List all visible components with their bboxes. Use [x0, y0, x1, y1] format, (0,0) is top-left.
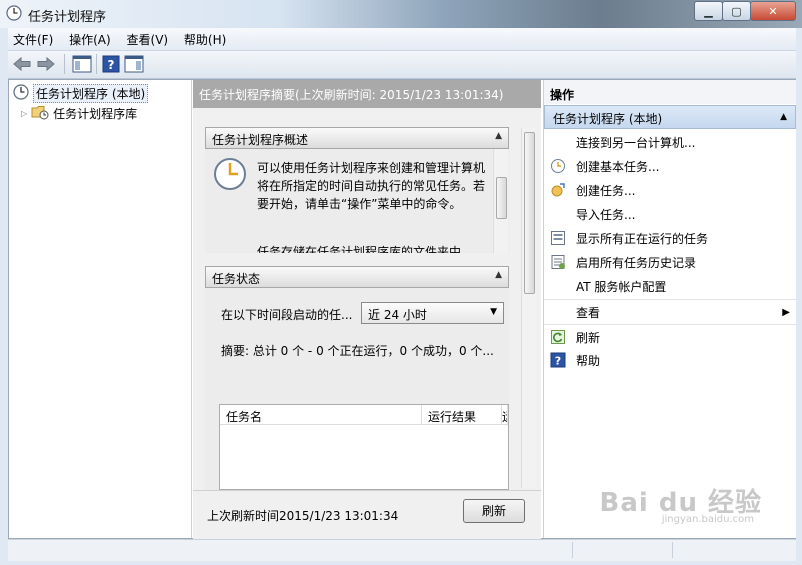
- toolbar: ?: [8, 51, 796, 79]
- maximize-button[interactable]: ▢: [722, 1, 751, 21]
- tree-item-label: 任务计划程序 (本地): [33, 83, 149, 103]
- folder-clock-icon: [31, 104, 49, 123]
- last-refresh-text: 上次刷新时间2015/1/23 13:01:34: [207, 509, 399, 523]
- scroll-thumb[interactable]: [524, 132, 535, 294]
- forward-icon[interactable]: [36, 55, 56, 73]
- tree-item-label: 任务计划程序库: [53, 106, 138, 121]
- collapse-icon[interactable]: ▲: [495, 131, 502, 141]
- scroll-thumb[interactable]: [496, 177, 507, 219]
- overview-body: 可以使用任务计划程序来创建和管理计算机将在所指定的时间自动执行的常见任务。若要开…: [205, 149, 509, 253]
- overview-scrollbar[interactable]: [493, 149, 508, 253]
- window-title: 任务计划程序: [28, 10, 107, 25]
- menu-help[interactable]: 帮助(H): [179, 28, 231, 51]
- status-bar-divider: [672, 542, 673, 558]
- show-hide-tree-icon[interactable]: [72, 55, 92, 73]
- clock-icon: [213, 157, 247, 194]
- section-title: 任务状态: [212, 272, 261, 286]
- action-create-task[interactable]: 创建任务...: [544, 178, 796, 202]
- help-icon: ?: [550, 352, 566, 368]
- action-import-task[interactable]: 导入任务...: [544, 202, 796, 226]
- back-icon[interactable]: [12, 55, 32, 73]
- running-tasks-icon: [550, 230, 566, 246]
- wizard-clock-icon: [550, 158, 566, 174]
- refresh-icon: [550, 329, 566, 345]
- summary-scrollbar[interactable]: [521, 128, 536, 488]
- collapse-icon[interactable]: ▲: [780, 112, 787, 122]
- action-show-running-tasks[interactable]: 显示所有正在运行的任务: [544, 226, 796, 250]
- show-hide-action-pane-icon[interactable]: [124, 55, 144, 73]
- action-label: 显示所有正在运行的任务: [576, 231, 709, 246]
- expand-arrow-icon[interactable]: ▷: [21, 109, 27, 118]
- select-value: 近 24 小时: [368, 308, 427, 322]
- minimize-button[interactable]: ▁: [694, 1, 723, 21]
- section-title: 任务计划程序概述: [212, 133, 309, 147]
- clock-icon: [6, 5, 22, 21]
- menu-view[interactable]: 查看(V): [122, 28, 174, 51]
- overview-text-more: 任务存储在任务计划程序库的文件夹中: [257, 245, 462, 253]
- menu-action[interactable]: 操作(A): [64, 28, 116, 51]
- status-summary: 摘要: 总计 0 个 - 0 个正在运行，0 个成功，0 个...: [221, 344, 494, 358]
- watermark-url: jingyan.baidu.com: [661, 514, 754, 525]
- action-label: 创建任务...: [576, 183, 636, 198]
- actions-title: 操作: [544, 80, 796, 104]
- action-view-menu[interactable]: 查看 ▶: [544, 299, 796, 324]
- actions-pane: 操作 任务计划程序 (本地) ▲ 连接到另一台计算机... 创建基本任务... …: [543, 80, 796, 538]
- status-bar-divider: [572, 542, 573, 558]
- refresh-button[interactable]: 刷新: [463, 499, 525, 523]
- task-status-table[interactable]: 任务名 运行结果 运: [219, 404, 509, 490]
- clock-icon: [13, 83, 29, 103]
- tree-item-local[interactable]: 任务计划程序 (本地): [13, 83, 149, 103]
- status-section-header[interactable]: 任务状态 ▲: [205, 266, 509, 288]
- dropdown-arrow-icon[interactable]: ▼: [490, 307, 497, 317]
- action-label: 连接到另一台计算机...: [576, 135, 696, 150]
- action-at-service-config[interactable]: AT 服务帐户配置: [544, 274, 796, 298]
- menu-file[interactable]: 文件(F): [8, 28, 58, 51]
- overview-section-header[interactable]: 任务计划程序概述 ▲: [205, 127, 509, 149]
- action-label: 创建基本任务...: [576, 159, 660, 174]
- action-refresh[interactable]: 刷新: [544, 324, 796, 349]
- action-label: 启用所有任务历史记录: [576, 255, 697, 270]
- summary-pane: 任务计划程序摘要(上次刷新时间: 2015/1/23 13:01:34) 任务计…: [193, 80, 541, 539]
- overview-text: 可以使用任务计划程序来创建和管理计算机将在所指定的时间自动执行的常见任务。若要开…: [257, 161, 486, 211]
- action-label: 刷新: [576, 330, 601, 345]
- group-label: 任务计划程序 (本地): [553, 112, 663, 126]
- summary-footer: 上次刷新时间2015/1/23 13:01:34 刷新: [193, 490, 541, 539]
- toolbar-divider: [64, 54, 65, 74]
- svg-text:?: ?: [108, 58, 115, 72]
- action-label: 导入任务...: [576, 207, 636, 222]
- svg-text:?: ?: [555, 355, 561, 368]
- help-icon[interactable]: ?: [102, 55, 120, 73]
- submenu-arrow-icon: ▶: [782, 306, 790, 318]
- close-button[interactable]: ✕: [750, 1, 796, 21]
- column-header-run[interactable]: 运: [502, 405, 508, 425]
- column-header-result[interactable]: 运行结果: [422, 405, 502, 425]
- time-range-select[interactable]: 近 24 小时 ▼: [361, 302, 504, 324]
- toolbar-divider: [96, 54, 97, 74]
- actions-group-header[interactable]: 任务计划程序 (本地) ▲: [544, 105, 796, 129]
- column-header-task-name[interactable]: 任务名: [220, 405, 422, 425]
- history-icon: [550, 254, 566, 270]
- status-bar: [8, 539, 796, 561]
- action-label: 帮助: [576, 353, 601, 368]
- action-enable-history[interactable]: 启用所有任务历史记录: [544, 250, 796, 274]
- range-label: 在以下时间段启动的任...: [221, 308, 353, 322]
- collapse-icon[interactable]: ▲: [495, 270, 502, 280]
- action-create-basic-task[interactable]: 创建基本任务...: [544, 154, 796, 178]
- action-help[interactable]: ? 帮助: [544, 348, 796, 372]
- title-bar: 任务计划程序 ▁ ▢ ✕: [0, 0, 802, 28]
- action-connect-computer[interactable]: 连接到另一台计算机...: [544, 130, 796, 154]
- action-label: AT 服务帐户配置: [576, 279, 667, 294]
- summary-header: 任务计划程序摘要(上次刷新时间: 2015/1/23 13:01:34): [193, 80, 541, 108]
- main-frame: 任务计划程序 (本地) ▷ 任务计划程序库 任务计划程序摘要(上次刷新时间: 2…: [8, 79, 796, 539]
- menu-bar: 文件(F) 操作(A) 查看(V) 帮助(H): [8, 28, 796, 51]
- window-controls: ▁ ▢ ✕: [694, 1, 796, 21]
- navigation-tree: 任务计划程序 (本地) ▷ 任务计划程序库: [9, 80, 192, 538]
- tree-item-library[interactable]: ▷ 任务计划程序库: [21, 104, 137, 122]
- create-task-icon: [550, 182, 566, 198]
- action-label: 查看: [576, 305, 601, 320]
